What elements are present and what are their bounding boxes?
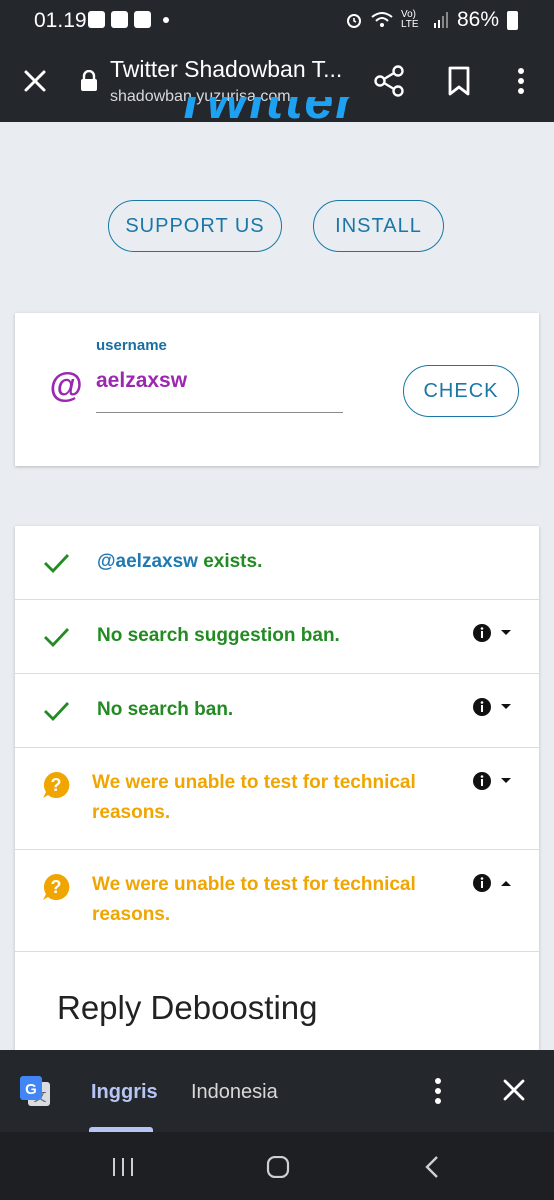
back-icon[interactable]: [424, 1156, 440, 1178]
battery-icon: [507, 10, 518, 30]
section-title: Reply Deboosting: [57, 989, 318, 1026]
result-text: We were unable to test for technical rea…: [92, 772, 416, 823]
input-underline: [96, 412, 343, 413]
chevron-down-icon[interactable]: [500, 777, 512, 785]
svg-text:G: G: [25, 1081, 37, 1098]
check-button[interactable]: CHECK: [403, 365, 519, 417]
username-label: username: [96, 337, 167, 354]
question-icon: ?: [43, 771, 70, 798]
result-row-search-ban[interactable]: No search ban.: [15, 674, 539, 748]
result-row-ghost-ban[interactable]: ? We were unable to test for technical r…: [15, 748, 539, 850]
question-icon: ?: [43, 873, 70, 900]
check-icon: [44, 554, 70, 574]
lock-icon[interactable]: [80, 70, 98, 92]
battery-percent: 86%: [456, 8, 499, 31]
system-nav-bar: [0, 1132, 554, 1200]
language-tab-indonesian[interactable]: Indonesia: [191, 1081, 278, 1104]
network-label: Vo) LTE: [400, 9, 419, 30]
notification-icons: [88, 11, 169, 28]
chevron-down-icon[interactable]: [500, 629, 512, 637]
check-icon: [44, 702, 70, 722]
translate-bar: 文G Inggris Indonesia: [0, 1050, 554, 1132]
alarm-icon: [346, 14, 361, 28]
google-translate-icon: 文G: [20, 1076, 50, 1106]
chevron-up-icon[interactable]: [500, 879, 512, 887]
shopping-icon: [88, 11, 105, 28]
more-vert-icon[interactable]: [426, 1076, 450, 1106]
status-time: 01.19: [34, 9, 87, 32]
status-bar: 01.19 Vo) LTE 86%: [0, 0, 554, 42]
signal-icon: [433, 12, 448, 28]
info-icon[interactable]: [473, 772, 491, 790]
bookmark-icon[interactable]: [446, 66, 472, 96]
result-row-exists: @aelzaxsw exists.: [15, 526, 539, 600]
language-tab-english[interactable]: Inggris: [91, 1081, 158, 1104]
result-text: exists.: [197, 551, 263, 572]
install-button[interactable]: INSTALL: [313, 200, 444, 252]
results-card: @aelzaxsw exists. No search suggestion b…: [15, 526, 539, 1066]
svg-text:?: ?: [51, 775, 62, 795]
result-handle: @aelzaxsw: [97, 551, 198, 572]
info-icon[interactable]: [473, 624, 491, 642]
result-row-reply-deboost[interactable]: ? We were unable to test for technical r…: [15, 850, 539, 952]
more-notifications-dot-icon: [163, 16, 169, 23]
username-input[interactable]: aelzaxsw: [96, 369, 187, 393]
check-icon: [44, 628, 70, 648]
share-icon[interactable]: [372, 64, 406, 98]
svg-text:?: ?: [51, 877, 62, 897]
home-icon[interactable]: [266, 1156, 290, 1178]
close-icon[interactable]: [20, 66, 50, 96]
result-text: No search suggestion ban.: [97, 625, 340, 646]
bag-icon: [134, 11, 151, 28]
site-logo: Twitter: [175, 97, 358, 130]
at-symbol: @: [49, 367, 83, 405]
close-icon[interactable]: [500, 1076, 528, 1104]
username-card: @ username aelzaxsw CHECK: [15, 313, 539, 466]
info-icon[interactable]: [473, 698, 491, 716]
status-right: Vo) LTE 86%: [345, 8, 518, 32]
chevron-down-icon[interactable]: [500, 703, 512, 711]
support-us-button[interactable]: SUPPORT US: [108, 200, 282, 252]
page-title[interactable]: Twitter Shadowban T...: [110, 56, 342, 83]
result-text: We were unable to test for technical rea…: [92, 874, 416, 925]
recents-icon[interactable]: [110, 1156, 136, 1178]
info-icon[interactable]: [473, 874, 491, 892]
youtube-icon: [111, 11, 128, 28]
result-text: No search ban.: [97, 699, 234, 720]
result-row-search-suggestion[interactable]: No search suggestion ban.: [15, 600, 539, 674]
more-vert-icon[interactable]: [508, 66, 534, 96]
wifi-icon: [371, 12, 393, 27]
